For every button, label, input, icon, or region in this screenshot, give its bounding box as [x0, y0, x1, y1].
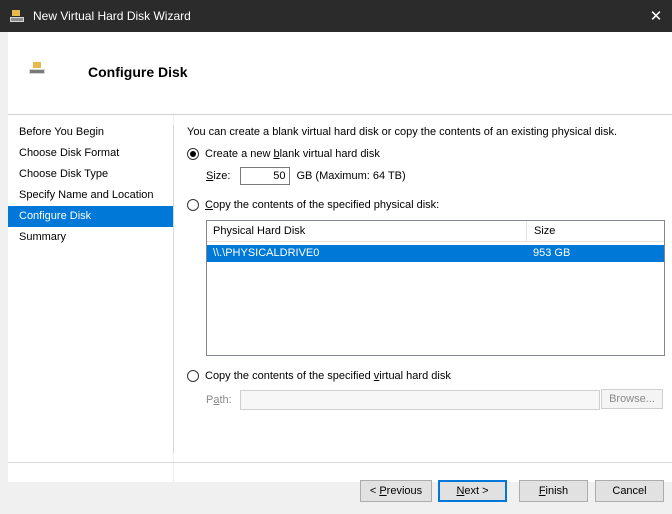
wizard-header: Configure Disk — [8, 32, 672, 115]
finish-button[interactable]: Finish — [519, 480, 588, 502]
step-specify-name-location[interactable]: Specify Name and Location — [8, 185, 173, 206]
path-label: Path: — [206, 394, 232, 406]
close-button[interactable]: ✕ — [640, 0, 672, 32]
option-copy-physical-disk[interactable]: Copy the contents of the specified physi… — [187, 199, 439, 211]
table-header: Physical Hard Disk Size — [207, 221, 664, 242]
virtual-disk-icon — [10, 10, 24, 22]
cancel-button[interactable]: Cancel — [595, 480, 664, 502]
option-copy-virtual-label: Copy the contents of the specified virtu… — [205, 370, 451, 382]
virtual-disk-icon — [29, 62, 45, 74]
size-unit-note: GB (Maximum: 64 TB) — [296, 170, 406, 182]
window-title: New Virtual Hard Disk Wizard — [33, 9, 191, 23]
title-bar: New Virtual Hard Disk Wizard ✕ — [0, 0, 672, 32]
browse-button[interactable]: Browse... — [601, 389, 663, 409]
intro-text: You can create a blank virtual hard disk… — [187, 126, 618, 138]
column-header-size[interactable]: Size — [526, 221, 664, 241]
page-title: Configure Disk — [88, 64, 188, 80]
previous-button[interactable]: < Previous — [360, 480, 432, 502]
configure-disk-panel: You can create a blank virtual hard disk… — [174, 115, 672, 482]
step-configure-disk[interactable]: Configure Disk — [8, 206, 173, 227]
wizard-steps: Before You Begin Choose Disk Format Choo… — [8, 115, 173, 482]
size-label: Size: — [206, 170, 231, 182]
column-header-physical-hard-disk[interactable]: Physical Hard Disk — [207, 221, 526, 241]
cell-disk-size: 953 GB — [533, 247, 571, 259]
footer-divider — [8, 462, 672, 463]
option-copy-physical-label: Copy the contents of the specified physi… — [205, 199, 440, 211]
option-new-blank-disk[interactable]: Create a new blank virtual hard disk — [187, 148, 380, 160]
cell-disk-name: \\.\PHYSICALDRIVE0 — [213, 247, 320, 259]
left-margin — [0, 32, 8, 514]
step-choose-disk-type[interactable]: Choose Disk Type — [8, 164, 173, 185]
table-row[interactable]: \\.\PHYSICALDRIVE0 953 GB — [207, 245, 664, 262]
path-row: Path: — [206, 390, 600, 410]
step-choose-disk-format[interactable]: Choose Disk Format — [8, 143, 173, 164]
step-summary[interactable]: Summary — [8, 227, 173, 248]
radio-copy-virtual-disk[interactable] — [187, 370, 199, 382]
physical-disk-table[interactable]: Physical Hard Disk Size \\.\PHYSICALDRIV… — [206, 220, 665, 356]
close-icon: ✕ — [649, 8, 663, 25]
size-input[interactable]: 50 — [240, 167, 291, 185]
path-input[interactable] — [239, 390, 600, 410]
radio-copy-physical-disk[interactable] — [187, 199, 199, 211]
next-button[interactable]: Next > — [438, 480, 507, 502]
radio-new-blank-disk[interactable] — [187, 148, 199, 160]
option-new-blank-label: Create a new blank virtual hard disk — [205, 148, 380, 160]
size-row: Size: 50 GB (Maximum: 64 TB) — [206, 167, 406, 185]
option-copy-virtual-disk[interactable]: Copy the contents of the specified virtu… — [187, 370, 451, 382]
step-before-you-begin[interactable]: Before You Begin — [8, 122, 173, 143]
